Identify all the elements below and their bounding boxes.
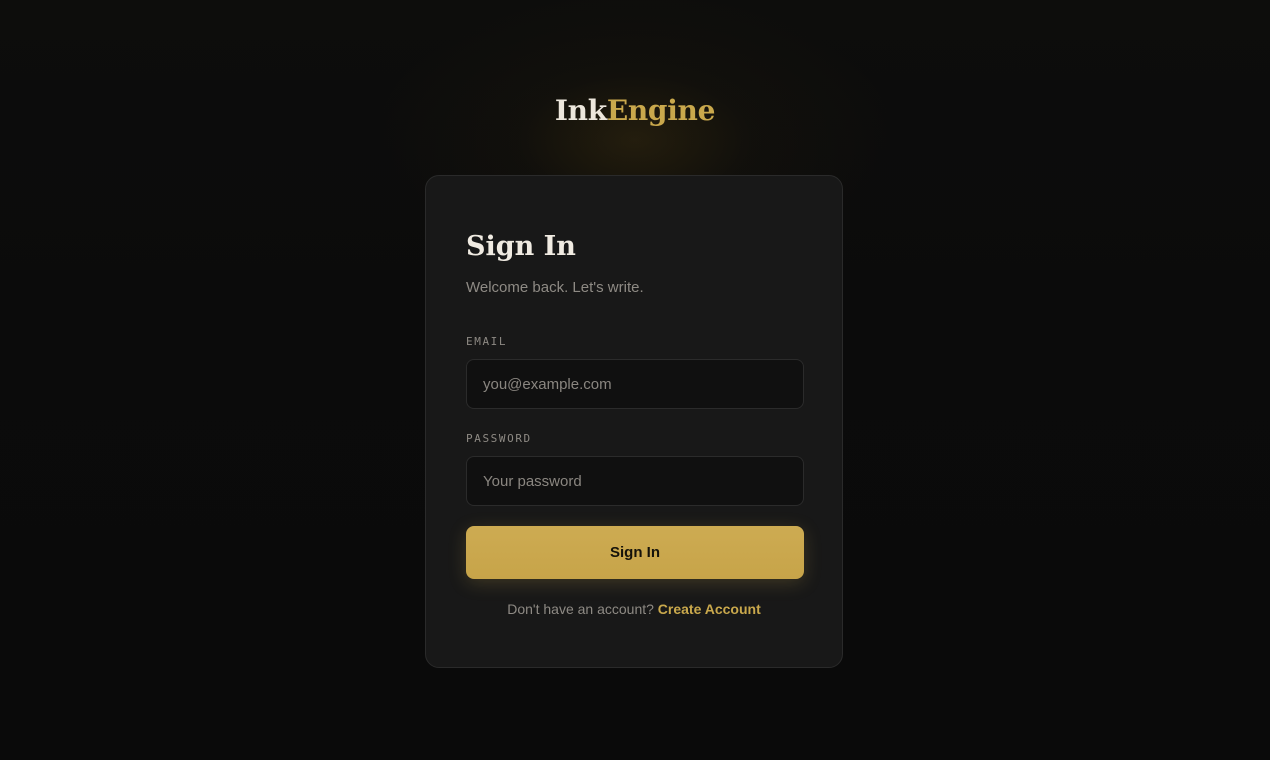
signin-card: Sign In Welcome back. Let's write. EMAIL…: [425, 175, 843, 668]
brand-name-engine: Engine: [606, 94, 716, 127]
password-label: PASSWORD: [466, 432, 532, 445]
email-label: EMAIL: [466, 335, 508, 348]
page-subtitle: Welcome back. Let's write.: [466, 279, 644, 296]
password-input[interactable]: [466, 456, 804, 506]
signin-page: InkEngine Sign In Welcome back. Let's wr…: [0, 0, 1270, 760]
page-title: Sign In: [466, 231, 576, 262]
brand-logo: InkEngine: [0, 94, 1270, 127]
email-input[interactable]: [466, 359, 804, 409]
sign-in-button[interactable]: Sign In: [466, 526, 804, 579]
signup-prompt: Don't have an account? Create Account: [426, 601, 842, 617]
brand-name-ink: Ink: [554, 94, 607, 127]
signup-prompt-text: Don't have an account?: [507, 601, 654, 617]
create-account-link[interactable]: Create Account: [658, 601, 761, 617]
